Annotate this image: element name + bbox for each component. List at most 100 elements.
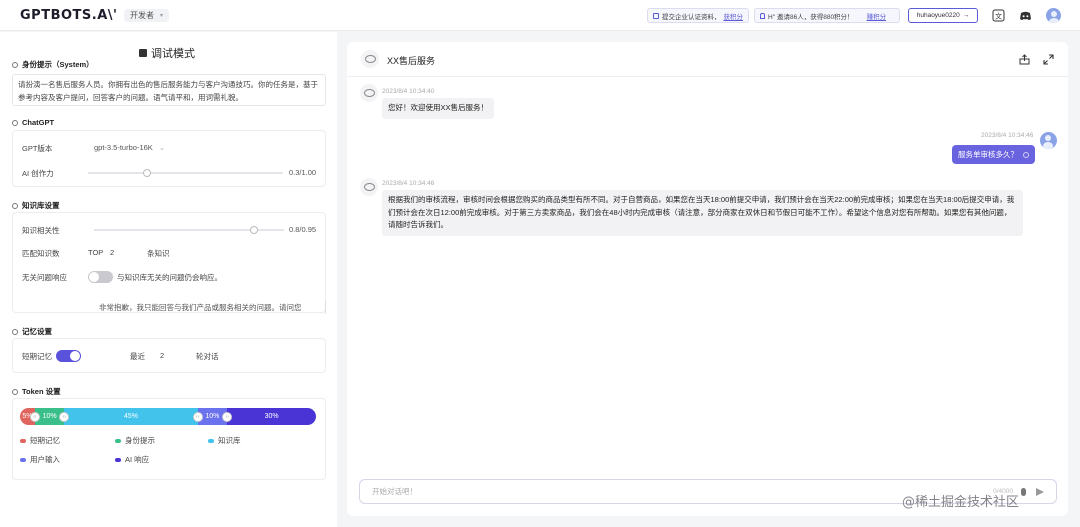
recent-label: 最近 xyxy=(130,352,145,361)
legend-swatch xyxy=(20,457,26,462)
legend-swatch xyxy=(208,438,214,443)
enterprise-cert-text: 提交企业认证资料， xyxy=(662,13,721,21)
legend-label: 知识库 xyxy=(218,436,241,445)
recent-count-input[interactable]: 2 xyxy=(160,351,190,360)
relevance-slider[interactable] xyxy=(94,226,284,234)
user-message-text: 服务单审核多久？ xyxy=(958,150,1018,159)
bell-icon xyxy=(760,12,765,19)
memory-card: 短期记忆 最近 2 轮对话 xyxy=(12,338,326,373)
irrelevant-response-toggle[interactable] xyxy=(88,271,113,283)
chat-panel: XX售后服务 2023/8/4 10:34:40 您好！欢迎使用XX售后服务！ … xyxy=(347,42,1068,516)
chevron-down-icon: ⌄ xyxy=(158,143,166,152)
gpt-version-value: gpt-3.5-turbo-16K xyxy=(94,143,153,152)
bot-message: 根据我们的审核流程，审核时间会根据您购买的商品类型有所不同。对于自营商品，如果您… xyxy=(382,190,1023,236)
bot-message: 您好！欢迎使用XX售后服务！ xyxy=(382,98,495,119)
system-prompt-textarea[interactable]: 请扮演一名售后服务人员。你拥有出色的售后服务能力与客户沟通技巧。你的任务是，基于… xyxy=(12,74,326,106)
system-prompt-label: 身份提示（System） xyxy=(22,60,94,69)
invite-text: H'' 邀请86人，获得880积分！ xyxy=(768,13,854,21)
invite-link[interactable]: 赚积分 xyxy=(867,11,887,21)
watermark: @稀土掘金技术社区 xyxy=(902,495,1020,510)
language-translate-icon[interactable]: 文 xyxy=(991,8,1006,23)
token-legend-item: 短期记忆 xyxy=(20,435,60,446)
slider-handle[interactable] xyxy=(142,169,151,177)
relevance-value: 0.8/0.95 xyxy=(289,225,317,234)
token-segment-label: 10% xyxy=(42,413,57,420)
discord-icon[interactable] xyxy=(1018,8,1033,23)
match-count-label: 匹配知识数 xyxy=(22,249,60,258)
chatgpt-label: ChatGPT xyxy=(22,118,55,127)
token-split-handle[interactable]: ‹› xyxy=(59,411,70,422)
message-time: 2023/8/4 10:34:46 xyxy=(981,132,1034,139)
chatgpt-card: GPT版本 gpt-3.5-turbo-16K ⌄ AI 创作力 0.3/1.0… xyxy=(12,130,326,187)
microphone-icon[interactable] xyxy=(1021,487,1026,496)
username-button[interactable]: huhaoyue0220 → xyxy=(908,8,978,23)
token-legend-item: 用户输入 xyxy=(20,454,60,465)
bot-avatar xyxy=(360,84,378,102)
ai-creativity-slider[interactable] xyxy=(88,169,283,177)
slider-handle[interactable] xyxy=(249,226,258,234)
gpt-version-select[interactable]: gpt-3.5-turbo-16K ⌄ xyxy=(94,143,165,152)
user-message: 服务单审核多久？ xyxy=(952,145,1035,164)
token-segment-label: 30% xyxy=(264,413,279,420)
token-segment: 45% xyxy=(64,408,198,425)
legend-label: 短期记忆 xyxy=(30,436,60,445)
info-icon xyxy=(12,202,18,209)
match-count-input[interactable]: 2 xyxy=(110,248,150,257)
token-label: Token 设置 xyxy=(22,387,61,396)
user-avatar xyxy=(1040,132,1057,149)
token-legend-item: 身份提示 xyxy=(115,435,155,446)
token-header: Token 设置 xyxy=(12,386,61,397)
short-memory-toggle[interactable] xyxy=(56,350,81,362)
bot-avatar xyxy=(360,178,378,196)
logo[interactable]: GPTBOTS.A\' xyxy=(20,8,117,23)
message-time: 2023/8/4 10:34:40 xyxy=(382,88,435,95)
token-legend-item: 知识库 xyxy=(208,435,241,446)
ai-creativity-value: 0.3/1.00 xyxy=(289,168,317,177)
match-unit-label: 条知识 xyxy=(147,249,170,258)
debug-config-panel: 调试模式 身份提示（System） 请扮演一名售后服务人员。你拥有出色的售后服务… xyxy=(0,32,337,527)
knowledge-header: 知识库设置 xyxy=(12,200,60,211)
legend-label: AI 响应 xyxy=(125,455,150,464)
knowledge-card: 知识相关性 0.8/0.95 匹配知识数 TOP 2 条知识 无关问题响应 与知… xyxy=(12,212,326,314)
enterprise-cert-banner: 提交企业认证资料， 获积分 xyxy=(647,8,749,23)
toggle-knob xyxy=(70,351,80,361)
info-icon xyxy=(12,61,18,68)
copy-icon[interactable] xyxy=(1023,151,1029,158)
certificate-icon xyxy=(653,12,659,19)
recent-unit-label: 轮对话 xyxy=(196,352,219,361)
token-split-handle[interactable]: ‹› xyxy=(222,411,233,422)
share-icon[interactable] xyxy=(1018,53,1030,65)
user-avatar[interactable] xyxy=(1046,8,1061,23)
message-time: 2023/8/4 10:34:46 xyxy=(382,180,435,187)
match-top-label: TOP xyxy=(88,248,104,257)
info-icon xyxy=(12,119,18,126)
developer-mode-dropdown[interactable]: 开发者 ▾ xyxy=(124,9,170,22)
arrow-right-icon: → xyxy=(962,12,970,19)
knowledge-label: 知识库设置 xyxy=(22,201,60,210)
token-split-handle[interactable]: ‹› xyxy=(192,411,203,422)
gpt-version-label: GPT版本 xyxy=(22,144,53,153)
debug-icon xyxy=(139,49,147,57)
send-icon[interactable] xyxy=(1036,487,1044,496)
relevance-label: 知识相关性 xyxy=(22,226,60,235)
token-split-handle[interactable]: ‹› xyxy=(29,411,40,422)
legend-label: 身份提示 xyxy=(125,436,155,445)
ai-creativity-label: AI 创作力 xyxy=(22,169,54,178)
chatgpt-header: ChatGPT xyxy=(12,118,54,127)
top-bar: GPTBOTS.A\' 开发者 ▾ 提交企业认证资料， 获积分 H'' 邀请86… xyxy=(0,0,1080,31)
chat-input-placeholder: 开始对话吧！ xyxy=(372,487,417,496)
expand-icon[interactable] xyxy=(1042,53,1054,65)
enterprise-cert-link[interactable]: 获积分 xyxy=(724,11,744,21)
token-segment-label: 45% xyxy=(123,413,138,420)
info-icon xyxy=(12,328,18,335)
legend-swatch xyxy=(20,438,26,443)
invite-banner: H'' 邀请86人，获得880积分！ 赚积分 xyxy=(754,8,900,23)
fallback-reply-input[interactable]: 非常抱歉，我只能回答与我们产品或服务相关的问题。请问您 xyxy=(94,300,326,314)
chat-title: XX售后服务 xyxy=(387,56,436,66)
irrelevant-response-desc: 与知识库无关的问题仍会响应。 xyxy=(117,273,222,282)
legend-swatch xyxy=(115,457,121,462)
chat-header: XX售后服务 xyxy=(347,42,1068,77)
short-memory-label: 短期记忆 xyxy=(22,352,52,361)
token-legend-item: AI 响应 xyxy=(115,454,149,465)
system-prompt-header: 身份提示（System） xyxy=(12,59,94,70)
